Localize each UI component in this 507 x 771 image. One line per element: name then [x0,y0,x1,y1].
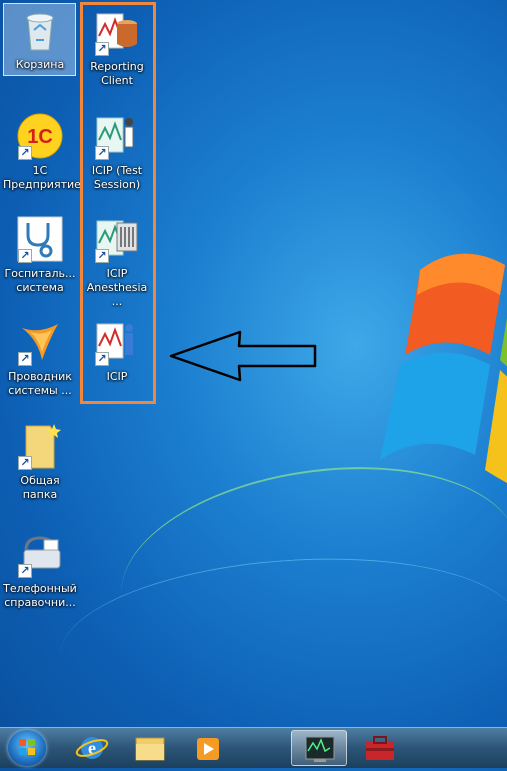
desktop-icon-1c[interactable]: 1С ↗ 1С Предприятие [3,112,81,192]
phone-fax-icon: ↗ [16,530,64,578]
start-orb[interactable] [8,730,46,766]
taskbar: e [0,727,507,768]
shortcut-arrow-icon: ↗ [95,249,109,263]
icon-label: Проводник системы ... [8,370,72,397]
desktop-icon-hospital[interactable]: ↗ Госпиталь... система [3,215,77,295]
desktop-icon-icip-anesthesia[interactable]: ↗ ICIP Anesthesia ... [80,215,154,309]
shortcut-arrow-icon: ↗ [95,352,109,366]
icon-label: Общая папка [20,474,60,501]
svg-text:1С: 1С [27,126,53,148]
taskbar-media-player[interactable] [180,730,236,766]
1c-icon: 1С ↗ [16,112,64,160]
taskbar-toolbox[interactable] [352,730,408,766]
desktop-icon-icip[interactable]: ↗ ICIP [80,318,154,384]
shortcut-arrow-icon: ↗ [18,456,32,470]
monitor-icon [305,736,335,762]
icon-label: Телефонный справочни... [3,582,77,609]
taskbar-icip-monitor[interactable] [291,730,347,766]
icon-label: Корзина [15,58,65,71]
icon-label: 1С Предприятие [3,164,81,191]
desktop-icon-shared-folder[interactable]: ↗ Общая папка [3,422,77,502]
desktop: Корзина 1С ↗ 1С Предприятие ↗ Госпиталь.… [0,0,507,727]
icon-label: ICIP Anesthesia ... [86,267,148,308]
windows-flag-icon [19,739,35,755]
desktop-icon-icip-test[interactable]: ↗ ICIP (Test Session) [80,112,154,192]
shortcut-arrow-icon: ↗ [95,146,109,160]
media-player-icon [197,738,219,760]
icip-anesthesia-icon: ↗ [93,215,141,263]
folder-icon [135,737,165,761]
shortcut-arrow-icon: ↗ [95,42,109,56]
icon-label: Reporting Client [90,60,144,87]
taskbar-internet-explorer[interactable]: e [64,730,120,766]
shortcut-arrow-icon: ↗ [18,146,32,160]
reporting-db-icon: ↗ [93,8,141,56]
icon-label: Госпиталь... система [4,267,76,294]
icip-icon: ↗ [93,318,141,366]
desktop-icon-recycle-bin[interactable]: Корзина [3,6,77,72]
stethoscope-icon: ↗ [16,215,64,263]
internet-explorer-icon: e [75,737,109,759]
shortcut-arrow-icon: ↗ [18,564,32,578]
shortcut-arrow-icon: ↗ [18,249,32,263]
icip-test-icon: ↗ [93,112,141,160]
toolbox-icon [366,736,394,760]
icon-label: ICIP [106,370,128,383]
shortcut-arrow-icon: ↗ [18,352,32,366]
desktop-icon-phonebook[interactable]: ↗ Телефонный справочни... [3,530,77,610]
folder-icon: ↗ [16,422,64,470]
boomerang-icon: ↗ [16,318,64,366]
icon-label: ICIP (Test Session) [91,164,143,191]
taskbar-file-explorer[interactable] [122,730,178,766]
left-arrow [169,330,317,382]
desktop-icon-reporting-client[interactable]: ↗ Reporting Client [80,8,154,88]
recycle-bin-icon [16,6,64,54]
light-streak-2 [54,544,507,727]
desktop-icon-explorer[interactable]: ↗ Проводник системы ... [3,318,77,398]
